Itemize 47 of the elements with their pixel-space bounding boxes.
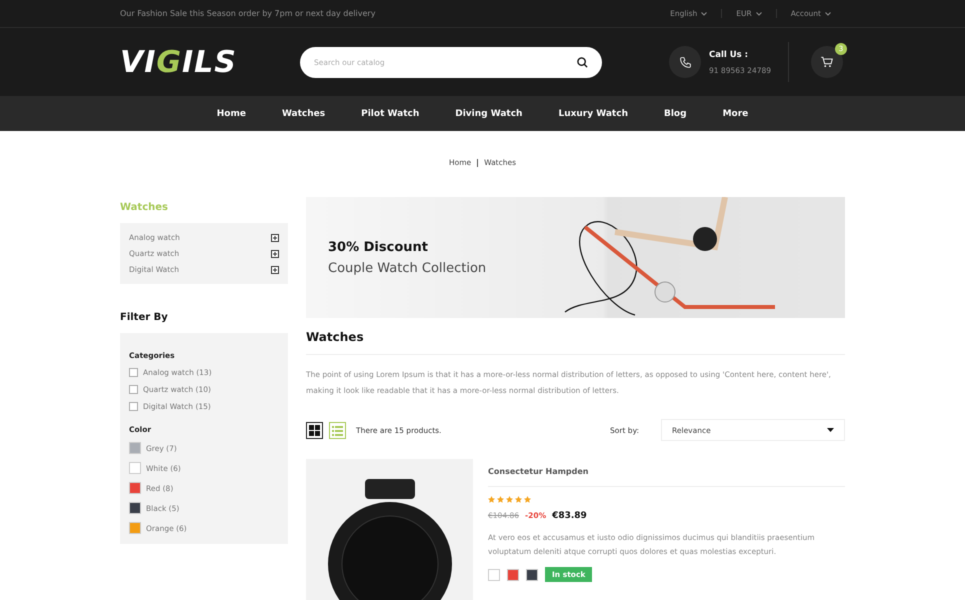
- caret-icon: [827, 428, 834, 432]
- star-icon: [488, 496, 495, 503]
- nav-link[interactable]: Luxury Watch: [540, 96, 646, 131]
- grid-icon: [309, 424, 320, 436]
- color-swatch[interactable]: [129, 502, 141, 514]
- nav-link[interactable]: Watches: [264, 96, 344, 131]
- nav-link[interactable]: Diving Watch: [437, 96, 540, 131]
- nav-link[interactable]: More: [704, 96, 766, 131]
- nav-link[interactable]: Pilot Watch: [343, 96, 438, 131]
- chevron-down-icon: [756, 12, 762, 16]
- color-swatch[interactable]: [129, 462, 141, 474]
- nav-link[interactable]: Blog: [646, 96, 705, 131]
- expand-icon[interactable]: [271, 266, 279, 274]
- phone-icon: [678, 56, 692, 68]
- cart-icon: [820, 55, 834, 69]
- star-icon: [515, 496, 522, 503]
- category-title: Watches: [306, 330, 845, 355]
- color-swatch[interactable]: [129, 482, 141, 494]
- star-icon: [506, 496, 513, 503]
- list-icon: [332, 424, 343, 436]
- star-icon: [524, 496, 531, 503]
- expand-icon[interactable]: [271, 234, 279, 242]
- price: €83.89: [552, 511, 587, 521]
- call-label: Call Us :: [709, 50, 750, 60]
- filter-title: Filter By: [120, 311, 169, 325]
- chevron-down-icon: [701, 12, 708, 16]
- expand-icon[interactable]: [271, 250, 279, 258]
- color-swatch[interactable]: [526, 568, 538, 580]
- nav-link[interactable]: Home: [198, 96, 264, 131]
- promo-text: Our Fashion Sale this Season order by 7pm or next day delivery: [120, 9, 376, 18]
- checkbox[interactable]: [129, 385, 138, 394]
- grid-view-button[interactable]: [306, 422, 323, 438]
- star-icon: [497, 496, 504, 503]
- chevron-down-icon: [825, 12, 831, 16]
- color-swatch[interactable]: [507, 568, 519, 580]
- banner-subtitle: Couple Watch Collection: [328, 260, 488, 276]
- sidebar-title: Watches: [120, 201, 169, 215]
- color-swatch[interactable]: [129, 442, 141, 454]
- color-swatch[interactable]: [129, 522, 141, 534]
- search-icon[interactable]: [577, 56, 588, 68]
- banner-title: 30% Discount: [328, 240, 429, 254]
- list-view-button[interactable]: [329, 422, 346, 438]
- logo[interactable]: VIGILS: [120, 44, 300, 80]
- checkbox[interactable]: [129, 402, 138, 411]
- color-swatch[interactable]: [488, 568, 500, 580]
- product-name[interactable]: Consectetur Hampden: [488, 459, 845, 487]
- checkbox[interactable]: [129, 368, 138, 377]
